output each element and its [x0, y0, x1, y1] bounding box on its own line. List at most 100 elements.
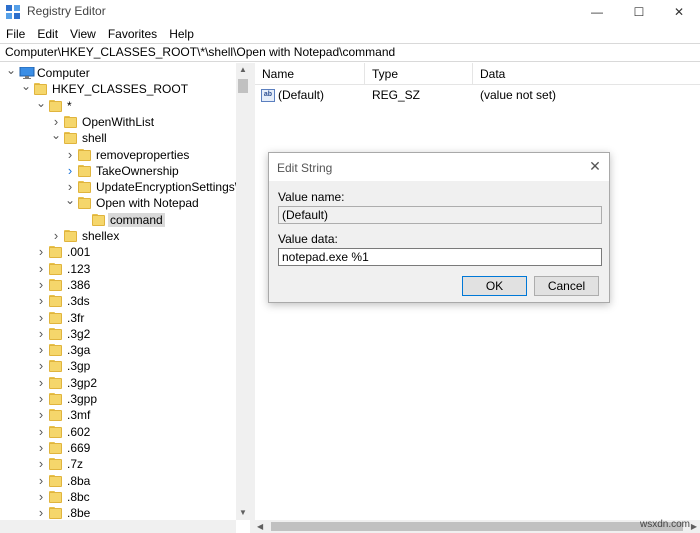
chevron-right-icon[interactable]: › [35, 262, 47, 276]
value-row[interactable]: ab (Default) REG_SZ (value not set) [255, 87, 700, 104]
tree-item[interactable]: › .8bc [0, 489, 236, 505]
chevron-right-icon[interactable]: › [50, 229, 62, 243]
chevron-down-icon[interactable]: ⌄ [50, 129, 62, 145]
folder-icon [49, 344, 62, 357]
tree-item[interactable]: command [0, 212, 236, 228]
tree-item[interactable]: › .8ba [0, 473, 236, 489]
tree-item[interactable]: › UpdateEncryptionSettingsWo [0, 179, 250, 195]
tree-item[interactable]: ⌄ * [0, 97, 236, 114]
chevron-right-icon[interactable]: › [35, 441, 47, 455]
tree-item[interactable]: ⌄ Computer [0, 64, 236, 81]
close-icon[interactable]: ✕ [587, 158, 603, 174]
tree-item-label: command [108, 212, 165, 227]
chevron-down-icon[interactable]: ⌄ [5, 64, 17, 80]
value-name-label: Value name: [278, 190, 345, 204]
chevron-right-icon[interactable]: › [35, 327, 47, 341]
tree-item-label: TakeOwnership [96, 163, 179, 178]
folder-icon [78, 197, 91, 210]
cancel-button[interactable]: Cancel [534, 276, 599, 296]
chevron-right-icon[interactable]: › [35, 376, 47, 390]
menu-view[interactable]: View [64, 25, 102, 43]
chevron-right-icon[interactable]: › [50, 115, 62, 129]
chevron-down-icon[interactable]: ⌄ [64, 194, 76, 210]
column-header-name[interactable]: Name [255, 63, 365, 85]
chevron-right-icon[interactable]: › [35, 506, 47, 520]
tree-item[interactable]: › .3ds [0, 293, 236, 309]
folder-icon [49, 295, 62, 308]
chevron-right-icon[interactable]: › [64, 148, 76, 162]
scroll-right-icon[interactable]: ▶ [691, 520, 697, 533]
folder-icon [49, 490, 62, 503]
tree-item[interactable]: › .669 [0, 440, 236, 456]
tree-item-label: .386 [67, 277, 91, 292]
chevron-right-icon[interactable]: › [64, 164, 76, 178]
menu-file[interactable]: File [0, 25, 31, 43]
tree-item[interactable]: › removeproperties [0, 147, 236, 163]
menu-help[interactable]: Help [163, 25, 200, 43]
tree-item-label: Computer [37, 66, 90, 80]
chevron-right-icon[interactable]: › [35, 474, 47, 488]
tree-item[interactable]: › .3mf [0, 407, 236, 423]
folder-icon [49, 425, 62, 438]
tree-item[interactable]: › .8be [0, 505, 236, 521]
close-button[interactable]: ✕ [658, 0, 700, 24]
address-bar[interactable]: Computer\HKEY_CLASSES_ROOT\*\shell\Open … [0, 43, 700, 62]
scroll-thumb[interactable] [238, 79, 248, 93]
chevron-right-icon[interactable]: › [35, 457, 47, 471]
tree-item-label: .3gp [67, 359, 91, 374]
tree-item-label: UpdateEncryptionSettingsWo [96, 180, 250, 195]
tree-item[interactable]: › OpenWithList [0, 114, 236, 130]
tree-item[interactable]: ⌄ shell [0, 129, 236, 146]
tree-item-label: .8ba [67, 473, 91, 488]
value-name-field[interactable] [278, 206, 602, 224]
chevron-right-icon[interactable]: › [35, 343, 47, 357]
tree-item[interactable]: › .001 [0, 244, 236, 260]
scroll-up-icon[interactable]: ▲ [236, 63, 250, 77]
ok-button[interactable]: OK [462, 276, 527, 296]
chevron-right-icon[interactable]: › [64, 180, 76, 194]
folder-icon [49, 507, 62, 520]
tree-item[interactable]: › .3ga [0, 342, 236, 358]
tree-item[interactable]: ⌄ HKEY_CLASSES_ROOT [0, 80, 236, 97]
tree-item[interactable]: › shellex [0, 228, 236, 244]
tree-item[interactable]: ⌄ Open with Notepad [0, 194, 236, 211]
tree-item[interactable]: › .3g2 [0, 326, 236, 342]
column-header-data[interactable]: Data [473, 63, 700, 85]
chevron-right-icon[interactable]: › [35, 408, 47, 422]
chevron-right-icon[interactable]: › [35, 425, 47, 439]
tree-item[interactable]: › .386 [0, 277, 236, 293]
chevron-down-icon[interactable]: ⌄ [35, 97, 47, 113]
tree-item[interactable]: › .3gp [0, 358, 236, 374]
tree-item[interactable]: › .123 [0, 261, 236, 277]
tree-item[interactable]: › .3gp2 [0, 375, 236, 391]
value-data-field[interactable] [278, 248, 602, 266]
scroll-left-icon[interactable]: ◀ [257, 520, 263, 533]
tree-item[interactable]: › .3fr [0, 310, 236, 326]
scroll-down-icon[interactable]: ▼ [236, 506, 250, 520]
chevron-right-icon[interactable]: › [35, 359, 47, 373]
tree-item[interactable]: › .3gpp [0, 391, 236, 407]
tree-item-label: .001 [67, 245, 91, 260]
tree-horizontal-scrollbar[interactable] [0, 520, 236, 533]
tree-item[interactable]: › .7z [0, 456, 236, 472]
values-horizontal-scrollbar[interactable]: ◀ ▶ [255, 520, 700, 533]
menu-edit[interactable]: Edit [31, 25, 64, 43]
chevron-right-icon[interactable]: › [35, 294, 47, 308]
chevron-right-icon[interactable]: › [35, 245, 47, 259]
chevron-down-icon[interactable]: ⌄ [20, 80, 32, 96]
tree-item[interactable]: › .602 [0, 424, 236, 440]
menu-favorites[interactable]: Favorites [102, 25, 163, 43]
tree-item-label: .602 [67, 424, 91, 439]
tree-item[interactable]: › TakeOwnership [0, 163, 236, 179]
scroll-thumb[interactable] [271, 522, 683, 531]
chevron-right-icon[interactable]: › [35, 392, 47, 406]
minimize-button[interactable]: — [574, 0, 620, 24]
value-data-label: Value data: [278, 232, 338, 246]
column-header-type[interactable]: Type [365, 63, 473, 85]
chevron-right-icon[interactable]: › [35, 311, 47, 325]
maximize-button[interactable]: ☐ [616, 0, 662, 24]
chevron-right-icon[interactable]: › [35, 490, 47, 504]
window-title: Registry Editor [27, 4, 106, 18]
tree-vertical-scrollbar[interactable]: ▲ ▼ [236, 63, 250, 520]
chevron-right-icon[interactable]: › [35, 278, 47, 292]
